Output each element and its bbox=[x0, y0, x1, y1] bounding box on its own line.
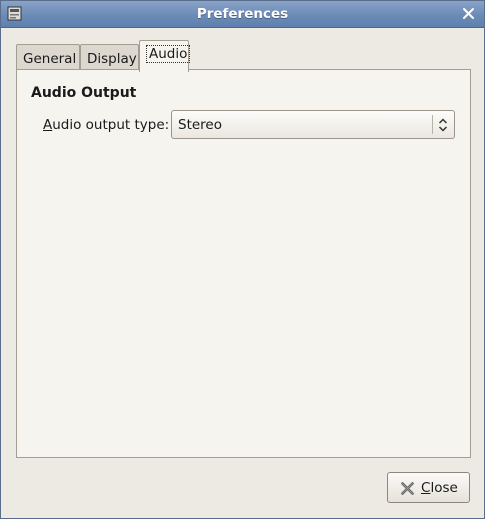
tab-display[interactable]: Display bbox=[80, 44, 139, 70]
tab-general-label: General bbox=[23, 51, 77, 67]
audio-output-type-label: Audio output type: bbox=[43, 117, 169, 133]
tab-audio-label: Audio bbox=[146, 45, 191, 63]
close-button[interactable]: Close bbox=[387, 472, 470, 503]
close-x-icon bbox=[401, 482, 414, 495]
tab-general[interactable]: General bbox=[16, 44, 80, 70]
audio-tab-panel: Audio Output Audio output type: Stereo bbox=[16, 69, 471, 458]
window-title: Preferences bbox=[196, 6, 289, 22]
close-icon[interactable] bbox=[462, 7, 475, 20]
audio-output-type-combo[interactable]: Stereo bbox=[171, 110, 455, 139]
audio-output-type-value: Stereo bbox=[178, 117, 222, 133]
close-button-text: lose bbox=[430, 480, 458, 496]
audio-output-type-label-text: udio output type: bbox=[52, 117, 170, 133]
preferences-dialog: Preferences General Display Audio Audio … bbox=[0, 0, 485, 519]
up-down-arrows-icon bbox=[438, 118, 448, 132]
tab-audio[interactable]: Audio bbox=[139, 40, 191, 72]
close-button-label: Close bbox=[421, 480, 458, 496]
titlebar[interactable]: Preferences bbox=[1, 1, 484, 28]
combo-separator bbox=[432, 115, 433, 134]
audio-output-type-label-mnemonic: A bbox=[43, 117, 53, 133]
section-title-audio-output: Audio Output bbox=[31, 85, 137, 101]
tab-display-label: Display bbox=[87, 51, 137, 67]
